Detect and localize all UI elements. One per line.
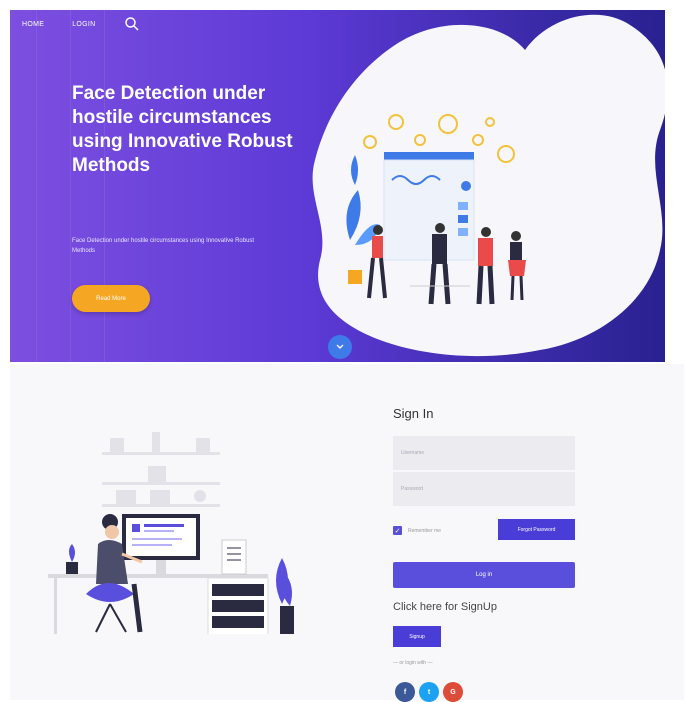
password-field[interactable] — [393, 472, 575, 506]
search-icon[interactable] — [124, 16, 140, 32]
scroll-down-button[interactable] — [328, 335, 352, 359]
top-nav: HOME LOGIN — [22, 16, 140, 32]
google-icon[interactable]: G — [443, 682, 463, 702]
twitter-icon[interactable]: t — [419, 682, 439, 702]
signin-title: Sign In — [393, 406, 434, 421]
login-button[interactable]: Log in — [393, 562, 575, 588]
or-login-with: — or login with — — [393, 660, 433, 666]
remember-me-row: ✓ Remember me — [393, 526, 441, 535]
login-section: Sign In ✓ Remember me Forgot Password Lo… — [10, 364, 684, 702]
nav-home[interactable]: HOME — [22, 21, 44, 28]
hero-stripe — [70, 10, 71, 362]
nav-login[interactable]: LOGIN — [72, 21, 95, 28]
hero-subtitle: Face Detection under hostile circumstanc… — [72, 238, 255, 254]
remember-me-checkbox[interactable]: ✓ — [393, 526, 402, 535]
hero-stripe — [36, 10, 37, 362]
social-login-group: f t G — [395, 682, 463, 702]
chevron-down-icon — [336, 344, 344, 349]
facebook-icon[interactable]: f — [395, 682, 415, 702]
forgot-password-button[interactable]: Forgot Password — [498, 519, 575, 540]
workspace-illustration — [48, 432, 294, 634]
remember-me-label: Remember me — [408, 527, 442, 534]
hero-banner: HOME LOGIN Face Detection under hostile … — [10, 10, 665, 362]
username-field[interactable] — [393, 436, 575, 470]
read-more-button[interactable]: Read More — [72, 285, 150, 312]
hero-title: Face Detection under hostile circumstanc… — [72, 83, 293, 176]
hero-illustration — [312, 14, 665, 357]
signup-button[interactable]: Signup — [393, 626, 441, 647]
signup-prompt[interactable]: Click here for SignUp — [393, 601, 497, 613]
